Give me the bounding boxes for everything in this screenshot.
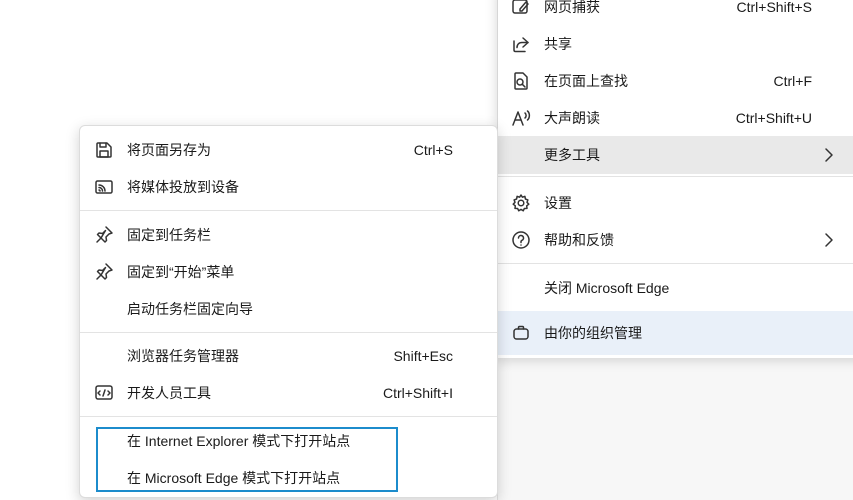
find-icon: [511, 71, 531, 91]
main-menu-background: [497, 358, 853, 500]
capture-icon: [511, 0, 531, 17]
submenu-item-task-manager[interactable]: 浏览器任务管理器 Shift+Esc: [80, 337, 497, 374]
menu-divider: [498, 176, 853, 177]
main-menu: 网页捕获 Ctrl+Shift+S 共享 在页面上查找 Ctrl+F 大声朗读 …: [497, 0, 853, 358]
submenu-item-pin-start[interactable]: 固定到“开始”菜单: [80, 253, 497, 290]
devtools-icon: [94, 383, 114, 403]
submenu-item-pin-taskbar[interactable]: 固定到任务栏: [80, 216, 497, 253]
menu-item-web-capture[interactable]: 网页捕获 Ctrl+Shift+S: [498, 0, 853, 25]
submenu-item-pin-wizard[interactable]: 启动任务栏固定向导: [80, 290, 497, 327]
submenu-item-save-page-as[interactable]: 将页面另存为 Ctrl+S: [80, 131, 497, 168]
pin-icon: [94, 262, 114, 282]
cast-icon: [94, 177, 114, 197]
read-aloud-icon: [511, 108, 531, 128]
share-icon: [511, 34, 531, 54]
menu-item-help-feedback[interactable]: 帮助和反馈: [498, 221, 853, 258]
briefcase-icon: [511, 323, 531, 343]
menu-divider: [80, 332, 497, 333]
more-tools-submenu: 将页面另存为 Ctrl+S 将媒体投放到设备 固定到任务栏 固定到“开始”菜单 …: [79, 125, 498, 498]
save-icon: [94, 140, 114, 160]
menu-item-managed-by-org[interactable]: 由你的组织管理: [498, 311, 853, 355]
menu-divider: [80, 416, 497, 417]
submenu-item-cast-media[interactable]: 将媒体投放到设备: [80, 168, 497, 205]
help-icon: [511, 230, 531, 250]
menu-divider: [498, 263, 853, 264]
menu-divider: [80, 210, 497, 211]
submenu-item-dev-tools[interactable]: 开发人员工具 Ctrl+Shift+I: [80, 374, 497, 411]
menu-item-find-on-page[interactable]: 在页面上查找 Ctrl+F: [498, 62, 853, 99]
pin-icon: [94, 225, 114, 245]
menu-item-more-tools[interactable]: 更多工具: [498, 136, 853, 174]
gear-icon: [511, 193, 531, 213]
menu-item-read-aloud[interactable]: 大声朗读 Ctrl+Shift+U: [498, 99, 853, 136]
menu-item-close-edge[interactable]: 关闭 Microsoft Edge: [498, 269, 853, 306]
chevron-right-icon: [823, 145, 835, 165]
menu-item-share[interactable]: 共享: [498, 25, 853, 62]
menu-item-settings[interactable]: 设置: [498, 184, 853, 221]
chevron-right-icon: [823, 230, 835, 250]
highlight-box: [96, 427, 398, 492]
